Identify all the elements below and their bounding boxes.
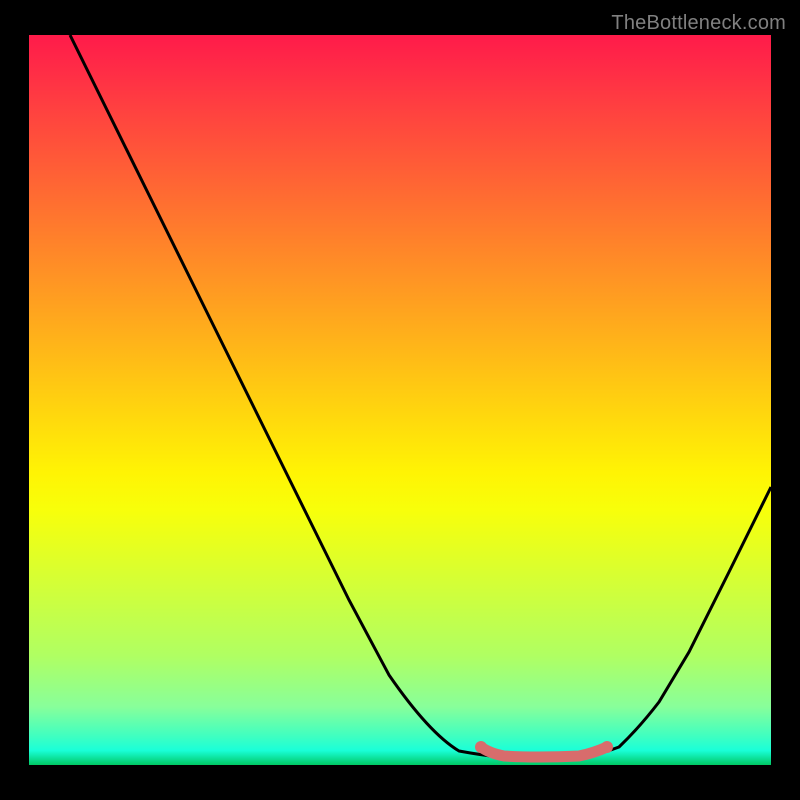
curve-svg bbox=[29, 35, 771, 765]
highlight-endpoint-right bbox=[601, 741, 613, 753]
highlight-segment bbox=[481, 747, 607, 757]
plot-area bbox=[29, 35, 771, 765]
bottleneck-curve bbox=[70, 35, 771, 758]
highlight-endpoint-left bbox=[475, 741, 487, 753]
watermark-text: TheBottleneck.com bbox=[611, 12, 786, 35]
chart-container: TheBottleneck.com bbox=[0, 0, 800, 800]
